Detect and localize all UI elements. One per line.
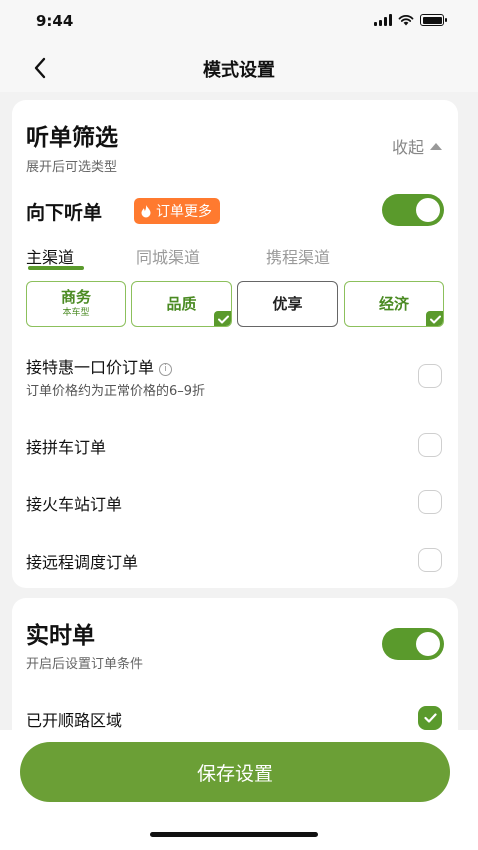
type-quality-button[interactable]: 品质	[131, 281, 232, 327]
status-icons	[374, 14, 447, 26]
type-economy-label: 经济	[378, 294, 409, 313]
train-station-checkbox[interactable]	[418, 490, 442, 514]
nav-bar: 模式设置	[0, 44, 478, 92]
type-quality-label: 品质	[166, 294, 197, 313]
toggle-knob	[416, 632, 440, 656]
check-icon	[423, 713, 437, 723]
carpool-checkbox[interactable]	[418, 433, 442, 457]
realtime-toggle[interactable]	[382, 628, 444, 660]
tab-main[interactable]: 主渠道	[26, 244, 74, 268]
flame-icon	[141, 205, 151, 218]
type-economy-button[interactable]: 经济	[344, 281, 444, 327]
filter-card: 听单筛选 展开后可选类型 收起 向下听单 订单更多 主渠道 同城渠道 携程渠道 …	[12, 100, 458, 588]
toggle-knob	[416, 198, 440, 222]
battery-icon	[420, 14, 447, 26]
filter-title: 听单筛选	[26, 125, 118, 151]
type-premium-label: 优享	[272, 294, 303, 313]
tab-underline	[28, 266, 84, 270]
bottom-bar: 保存设置	[0, 730, 478, 850]
type-premium-button[interactable]: 优享	[237, 281, 338, 327]
downward-label: 向下听单	[26, 202, 103, 224]
signal-icon	[374, 14, 392, 26]
option-flat-price-sub: 订单价格约为正常价格的6–9折	[26, 384, 206, 399]
save-button[interactable]: 保存设置	[20, 742, 450, 802]
more-orders-badge: 订单更多	[134, 198, 220, 224]
remote-dispatch-checkbox[interactable]	[418, 548, 442, 572]
tab-same-city[interactable]: 同城渠道	[136, 244, 200, 268]
type-business-sub: 本车型	[62, 308, 90, 318]
route-area-checkbox[interactable]	[418, 706, 442, 730]
wifi-icon	[398, 15, 414, 26]
route-area-label: 已开顺路区域	[26, 711, 123, 730]
downward-toggle[interactable]	[382, 194, 444, 226]
info-icon[interactable]: i	[159, 362, 173, 376]
realtime-title: 实时单	[26, 623, 95, 649]
chevron-up-icon	[430, 142, 442, 150]
option-flat-price-label: 接特惠一口价订单	[26, 358, 155, 377]
status-time: 9:44	[36, 12, 74, 30]
type-business-label: 商务	[60, 288, 91, 306]
check-icon	[426, 311, 443, 326]
type-business-button[interactable]: 商务 本车型	[26, 281, 126, 327]
tab-ctrip[interactable]: 携程渠道	[266, 244, 330, 268]
status-bar: 9:44	[0, 0, 478, 44]
option-remote-dispatch-label: 接远程调度订单	[26, 553, 139, 572]
option-train-station-label: 接火车站订单	[26, 495, 123, 514]
check-icon	[214, 311, 231, 326]
option-carpool-label: 接拼车订单	[26, 438, 107, 457]
option-flat-price: 接特惠一口价订单 i	[26, 354, 173, 378]
collapse-button[interactable]: 收起	[392, 134, 442, 158]
realtime-subtitle: 开启后设置订单条件	[26, 657, 144, 672]
more-orders-badge-label: 订单更多	[156, 204, 212, 220]
flat-price-checkbox[interactable]	[418, 364, 442, 388]
collapse-label: 收起	[391, 138, 424, 157]
page-title: 模式设置	[203, 60, 275, 81]
home-indicator	[150, 832, 318, 837]
filter-subtitle: 展开后可选类型	[26, 160, 118, 175]
